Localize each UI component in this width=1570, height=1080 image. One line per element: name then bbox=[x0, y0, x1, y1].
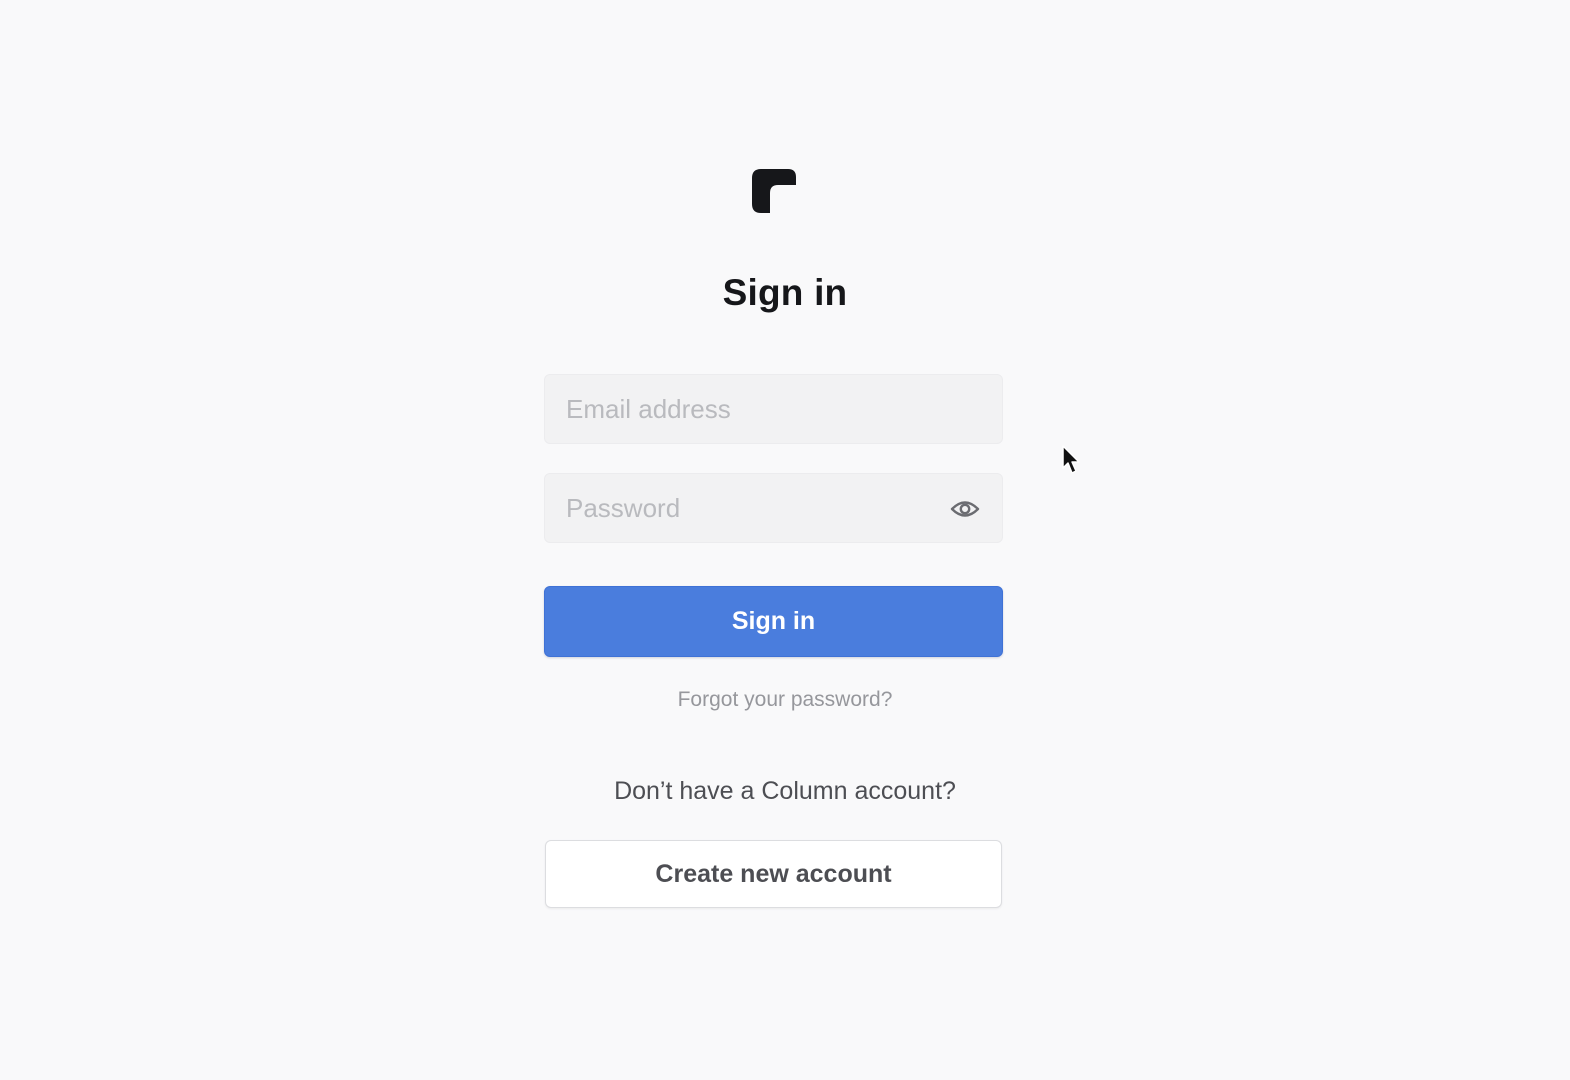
mouse-cursor-icon bbox=[1062, 445, 1080, 474]
sign-in-button[interactable]: Sign in bbox=[544, 586, 1003, 657]
password-field-container bbox=[544, 473, 1003, 543]
column-logo-icon bbox=[752, 169, 796, 213]
sign-in-page: Sign in Sign in Forgot your password? Do… bbox=[0, 0, 1570, 1080]
password-input[interactable] bbox=[545, 474, 1002, 542]
forgot-password-link[interactable]: Forgot your password? bbox=[0, 688, 1570, 712]
email-field-container bbox=[544, 374, 1003, 444]
page-title: Sign in bbox=[722, 272, 848, 313]
signup-prompt: Don’t have a Column account? bbox=[614, 777, 956, 805]
email-input[interactable] bbox=[545, 375, 1002, 443]
eye-icon[interactable] bbox=[950, 495, 980, 523]
create-account-button[interactable]: Create new account bbox=[545, 840, 1002, 908]
